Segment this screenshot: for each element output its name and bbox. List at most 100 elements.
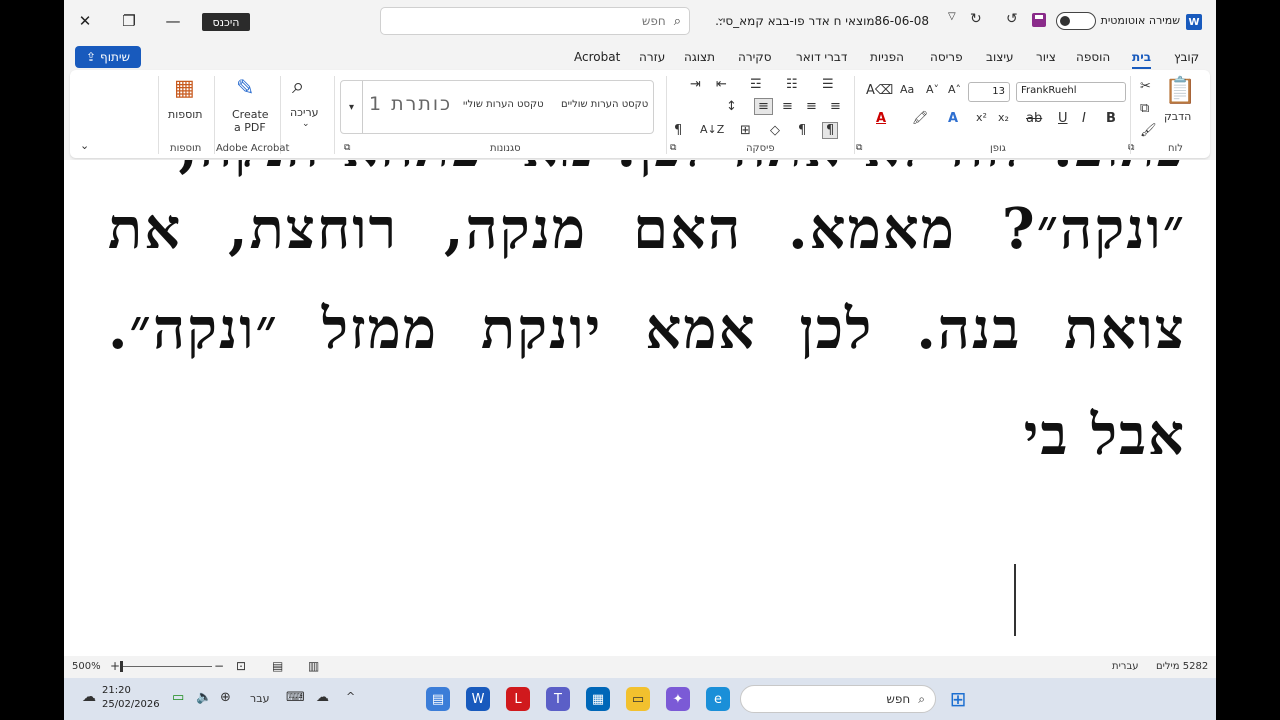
create-pdf-label-line1[interactable]: Create	[232, 108, 269, 121]
shrink-font-icon[interactable]: A˅	[926, 84, 939, 95]
share-button[interactable]: ⇪ שיתוף	[75, 46, 141, 68]
document-area[interactable]: כתוב: לזה לא אתה לכן. מאי פתחא הנקה, ״ונ…	[64, 160, 1216, 656]
tab-mailings[interactable]: דברי דואר	[796, 50, 847, 64]
style-heading-1[interactable]: כותרת 1	[369, 93, 452, 115]
paragraph-launcher-icon[interactable]: ⧉	[670, 144, 676, 153]
editing-label[interactable]: עריכה	[290, 106, 319, 119]
teams-app-icon[interactable]: T	[546, 687, 570, 711]
search-input[interactable]	[405, 14, 666, 28]
autosave-toggle[interactable]	[1056, 12, 1096, 30]
zoom-in-icon[interactable]: +	[110, 659, 120, 673]
clock-time[interactable]: 21:20	[102, 685, 131, 696]
tab-references[interactable]: הפניות	[870, 50, 904, 64]
format-painter-icon[interactable]: 🖌	[1140, 124, 1157, 137]
collapse-ribbon-icon[interactable]: ⌄	[80, 140, 89, 151]
redo-icon[interactable]: ↻	[970, 11, 982, 27]
tab-draw[interactable]: ציור	[1036, 50, 1056, 64]
italic-icon[interactable]: I	[1082, 112, 1086, 125]
create-pdf-label-line2[interactable]: a PDF	[234, 121, 266, 134]
show-marks-icon[interactable]: ¶	[674, 124, 682, 137]
paste-icon[interactable]: 📋	[1164, 78, 1196, 104]
addins-icon[interactable]: ▦	[174, 78, 195, 100]
create-pdf-icon[interactable]: ✎	[236, 78, 254, 100]
align-right-icon[interactable]: ≡	[830, 100, 841, 113]
editing-dropdown-icon[interactable]: ⌄	[302, 120, 310, 129]
notepad-app-icon[interactable]: ▤	[426, 687, 450, 711]
clear-formatting-icon[interactable]: A⌫	[866, 84, 893, 97]
line-spacing-icon[interactable]: ↕	[726, 100, 737, 113]
minimize-icon[interactable]: —	[158, 8, 188, 34]
input-language[interactable]: עבר	[250, 692, 269, 705]
addins-label[interactable]: תוספות	[168, 108, 202, 121]
grow-font-icon[interactable]: A˄	[948, 84, 961, 95]
copy-icon[interactable]: ⧉	[1140, 102, 1149, 115]
zoom-level[interactable]: 500%	[72, 661, 101, 672]
underline-icon[interactable]: U	[1058, 112, 1068, 125]
start-icon[interactable]: ⊞	[946, 687, 970, 711]
sign-in-button[interactable]: היכנס	[202, 13, 250, 31]
tab-home[interactable]: בית	[1132, 50, 1152, 69]
file-explorer-icon[interactable]: ▭	[626, 687, 650, 711]
language-indicator[interactable]: עברית	[1112, 661, 1139, 672]
tab-file[interactable]: קובץ	[1174, 50, 1199, 64]
document-page[interactable]: כתוב: לזה לא אתה לכן. מאי פתחא הנקה, ״ונ…	[64, 160, 1216, 656]
font-color-icon[interactable]: A	[876, 112, 886, 125]
show-hidden-icons[interactable]: ^	[346, 691, 355, 702]
undo-icon[interactable]: ↺	[1006, 11, 1018, 27]
font-size-field[interactable]: 13	[968, 82, 1010, 102]
tab-view[interactable]: תצוגה	[684, 50, 715, 64]
weather-icon[interactable]: ☁	[82, 690, 96, 704]
styles-launcher-icon[interactable]: ⧉	[344, 144, 350, 153]
bold-icon[interactable]: B	[1106, 112, 1116, 125]
taskbar-search[interactable]: ⌕ חפש	[740, 685, 936, 713]
battery-icon[interactable]: ▭	[172, 691, 184, 704]
cloud-sync-icon[interactable]: ☁	[316, 691, 329, 704]
shading-icon[interactable]: ◇	[770, 124, 780, 137]
tab-layout[interactable]: פריסה	[930, 50, 963, 64]
edge-app-icon[interactable]: e	[706, 687, 730, 711]
word-app-icon[interactable]: W	[466, 687, 490, 711]
network-icon[interactable]: ⊕	[220, 691, 231, 704]
rtl-paragraph-icon[interactable]: ¶	[822, 122, 839, 139]
multilevel-list-icon[interactable]: ☲	[750, 78, 762, 91]
change-case-icon[interactable]: Aa	[900, 84, 914, 95]
align-center-icon[interactable]: ≡	[806, 100, 817, 113]
font-name-field[interactable]: FrankRuehl	[1016, 82, 1126, 102]
restore-icon[interactable]: ❐	[114, 8, 144, 34]
strikethrough-icon[interactable]: ab	[1026, 112, 1042, 125]
zoom-slider[interactable]	[120, 666, 212, 667]
ltr-paragraph-icon[interactable]: ¶	[798, 124, 806, 137]
justify-icon[interactable]: ≡	[754, 98, 773, 115]
increase-indent-icon[interactable]: ⇥	[690, 78, 701, 91]
cut-icon[interactable]: ✂	[1140, 80, 1151, 93]
volume-icon[interactable]: 🔈	[196, 691, 212, 704]
bullets-icon[interactable]: ☰	[822, 78, 834, 91]
borders-icon[interactable]: ⊞	[740, 124, 751, 137]
copilot-app-icon[interactable]: ✦	[666, 687, 690, 711]
styles-more-icon[interactable]: ▾	[341, 81, 363, 133]
subscript-icon[interactable]: x₂	[998, 112, 1009, 123]
clock-date[interactable]: 25/02/2026	[102, 699, 160, 710]
print-layout-icon[interactable]: ▤	[272, 659, 283, 673]
decrease-indent-icon[interactable]: ⇤	[716, 78, 727, 91]
superscript-icon[interactable]: x²	[976, 112, 987, 123]
tab-insert[interactable]: הוספה	[1076, 50, 1110, 64]
highlight-icon[interactable]: 🖍	[912, 112, 929, 125]
zoom-slider-handle[interactable]	[120, 661, 123, 672]
tab-design[interactable]: עיצוב	[986, 50, 1014, 64]
store-app-icon[interactable]: ▦	[586, 687, 610, 711]
search-box[interactable]: ⌕	[380, 7, 690, 35]
align-left-icon[interactable]: ≡	[782, 100, 793, 113]
numbering-icon[interactable]: ☷	[786, 78, 798, 91]
style-footnote-text[interactable]: טקסט הערות שוליים	[561, 99, 648, 110]
l-app-icon[interactable]: L	[506, 687, 530, 711]
keyboard-icon[interactable]: ⌨	[286, 691, 305, 704]
read-mode-icon[interactable]: ▥	[308, 659, 319, 673]
clipboard-launcher-icon[interactable]: ⧉	[1128, 144, 1134, 153]
find-icon[interactable]: ⌕	[292, 76, 304, 98]
style-footnote-text-2[interactable]: טקסט הערות שוליי	[463, 99, 544, 110]
text-effects-icon[interactable]: A	[948, 112, 958, 125]
font-launcher-icon[interactable]: ⧉	[856, 144, 862, 153]
sort-icon[interactable]: A↓Z	[700, 124, 724, 135]
customize-toolbar-icon[interactable]: ▽	[948, 11, 956, 22]
